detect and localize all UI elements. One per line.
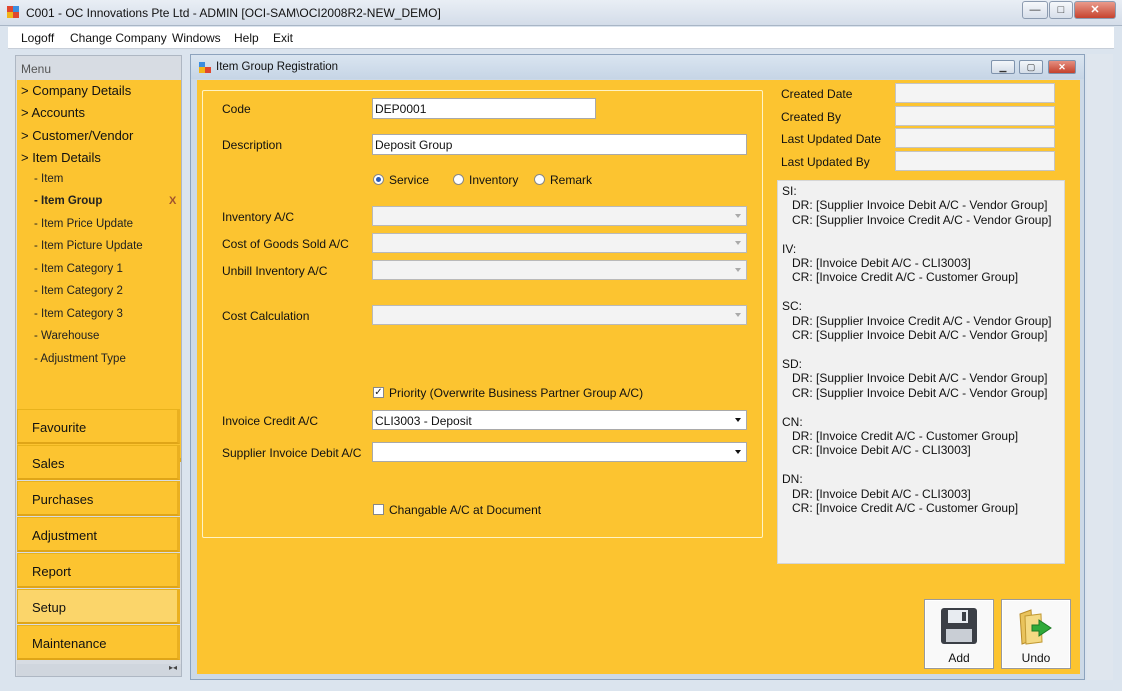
form-client-area: Code DEP0001 Description Deposit Group S…	[197, 80, 1080, 674]
item-group-window: Item Group Registration ▁ ▢ ✕ Code DEP00…	[190, 54, 1085, 680]
menubar: Logoff Change Company Windows Help Exit	[8, 27, 1114, 49]
service-radio-label[interactable]: Service	[389, 173, 429, 187]
tree-sub-item-group[interactable]: - Item Group	[34, 195, 102, 207]
tree-sub-item-picture-update[interactable]: - Item Picture Update	[34, 240, 143, 252]
created-date-label: Created Date	[781, 87, 853, 101]
cost-calculation-select[interactable]	[372, 305, 747, 325]
category-purchases[interactable]: Purchases	[17, 481, 180, 516]
window-title: C001 - OC Innovations Pte Ltd - ADMIN [O…	[26, 6, 441, 20]
window-titlebar: C001 - OC Innovations Pte Ltd - ADMIN [O…	[0, 0, 1122, 26]
sidebar-footer: ▸◂	[17, 663, 181, 676]
created-by-field	[895, 106, 1055, 126]
cogs-ac-label: Cost of Goods Sold A/C	[222, 237, 349, 251]
last-updated-date-label: Last Updated Date	[781, 132, 882, 146]
child-restore-button[interactable]: ▢	[1019, 60, 1043, 74]
app-icon	[7, 6, 20, 19]
tree-sub-item-price-update[interactable]: - Item Price Update	[34, 218, 133, 230]
add-button-label: Add	[948, 651, 970, 665]
form-group-box: Code DEP0001 Description Deposit Group S…	[202, 90, 763, 538]
created-by-label: Created By	[781, 110, 842, 124]
close-button[interactable]: ✕	[1074, 1, 1116, 19]
code-input[interactable]: DEP0001	[372, 98, 596, 119]
maximize-button[interactable]: □	[1049, 1, 1073, 19]
chevron-down-icon	[735, 418, 741, 422]
chevron-down-icon	[735, 241, 741, 245]
service-radio[interactable]	[373, 174, 384, 185]
undo-button[interactable]: Undo	[1001, 599, 1071, 669]
undo-folder-icon	[1019, 609, 1052, 645]
child-title: Item Group Registration	[216, 61, 339, 73]
tree-item-company-details[interactable]: > Company Details	[21, 83, 131, 98]
minimize-button[interactable]: —	[1022, 1, 1048, 19]
menu-logoff[interactable]: Logoff	[21, 31, 54, 45]
code-label: Code	[222, 102, 251, 116]
tree-item-accounts[interactable]: > Accounts	[21, 105, 85, 120]
priority-checkbox[interactable]: ✓	[373, 387, 384, 398]
supplier-invoice-debit-select[interactable]	[372, 442, 747, 462]
sidebar: Menu > Company Details > Accounts > Cust…	[15, 55, 182, 677]
child-close-button[interactable]: ✕	[1048, 60, 1076, 74]
supplier-invoice-debit-label: Supplier Invoice Debit A/C	[222, 446, 362, 460]
collapse-arrows-icon[interactable]: ▸◂	[169, 663, 177, 672]
tree-sub-warehouse[interactable]: - Warehouse	[34, 330, 99, 342]
category-setup[interactable]: Setup	[17, 589, 180, 624]
posting-rules-textbox[interactable]: SI: DR: [Supplier Invoice Debit A/C - Ve…	[777, 180, 1065, 564]
last-updated-by-field	[895, 151, 1055, 171]
description-label: Description	[222, 138, 283, 152]
inventory-ac-select[interactable]	[372, 206, 747, 226]
inventory-ac-label: Inventory A/C	[222, 210, 295, 224]
mdi-background	[1087, 54, 1113, 680]
menu-exit[interactable]: Exit	[273, 31, 293, 45]
remark-radio-label[interactable]: Remark	[550, 173, 592, 187]
menu-tree: > Company Details > Accounts > Customer/…	[17, 80, 181, 458]
child-titlebar: Item Group Registration ▁ ▢ ✕	[191, 55, 1084, 79]
unbill-inventory-label: Unbill Inventory A/C	[222, 264, 328, 278]
changable-ac-checkbox[interactable]	[373, 504, 384, 515]
cogs-ac-select[interactable]	[372, 233, 747, 253]
tree-item-item-details[interactable]: > Item Details	[21, 150, 101, 165]
tree-item-customer-vendor[interactable]: > Customer/Vendor	[21, 128, 133, 143]
chevron-down-icon	[735, 214, 741, 218]
add-button[interactable]: Add	[924, 599, 994, 669]
inventory-radio-label[interactable]: Inventory	[469, 173, 518, 187]
priority-label[interactable]: Priority (Overwrite Business Partner Gro…	[389, 386, 643, 400]
chevron-down-icon	[735, 313, 741, 317]
floppy-disk-icon	[941, 608, 977, 644]
tree-sub-item[interactable]: - Item	[34, 173, 63, 185]
category-sales[interactable]: Sales	[17, 445, 180, 480]
changable-ac-label[interactable]: Changable A/C at Document	[389, 503, 541, 517]
chevron-down-icon	[735, 268, 741, 272]
undo-button-label: Undo	[1021, 651, 1051, 665]
tree-sub-item-category-3[interactable]: - Item Category 3	[34, 308, 123, 320]
description-input[interactable]: Deposit Group	[372, 134, 747, 155]
form-icon	[199, 62, 211, 73]
created-date-field	[895, 83, 1055, 103]
close-item-group-icon[interactable]: X	[169, 195, 176, 207]
last-updated-by-label: Last Updated By	[781, 155, 870, 169]
invoice-credit-select[interactable]: CLI3003 - Deposit	[372, 410, 747, 430]
child-minimize-button[interactable]: ▁	[991, 60, 1015, 74]
invoice-credit-label: Invoice Credit A/C	[222, 414, 319, 428]
unbill-inventory-select[interactable]	[372, 260, 747, 280]
sidebar-header: Menu	[21, 62, 52, 76]
menu-help[interactable]: Help	[234, 31, 259, 45]
menu-windows[interactable]: Windows	[172, 31, 221, 45]
chevron-down-icon	[735, 450, 741, 454]
category-maintenance[interactable]: Maintenance	[17, 625, 180, 660]
tree-sub-adjustment-type[interactable]: - Adjustment Type	[34, 353, 126, 365]
tree-sub-item-category-2[interactable]: - Item Category 2	[34, 285, 123, 297]
menu-change-company[interactable]: Change Company	[70, 31, 167, 45]
remark-radio[interactable]	[534, 174, 545, 185]
last-updated-date-field	[895, 128, 1055, 148]
category-favourite[interactable]: Favourite	[17, 409, 180, 444]
inventory-radio[interactable]	[453, 174, 464, 185]
category-adjustment[interactable]: Adjustment	[17, 517, 180, 552]
cost-calculation-label: Cost Calculation	[222, 309, 310, 323]
tree-sub-item-category-1[interactable]: - Item Category 1	[34, 263, 123, 275]
category-report[interactable]: Report	[17, 553, 180, 588]
invoice-credit-value: CLI3003 - Deposit	[375, 414, 472, 428]
